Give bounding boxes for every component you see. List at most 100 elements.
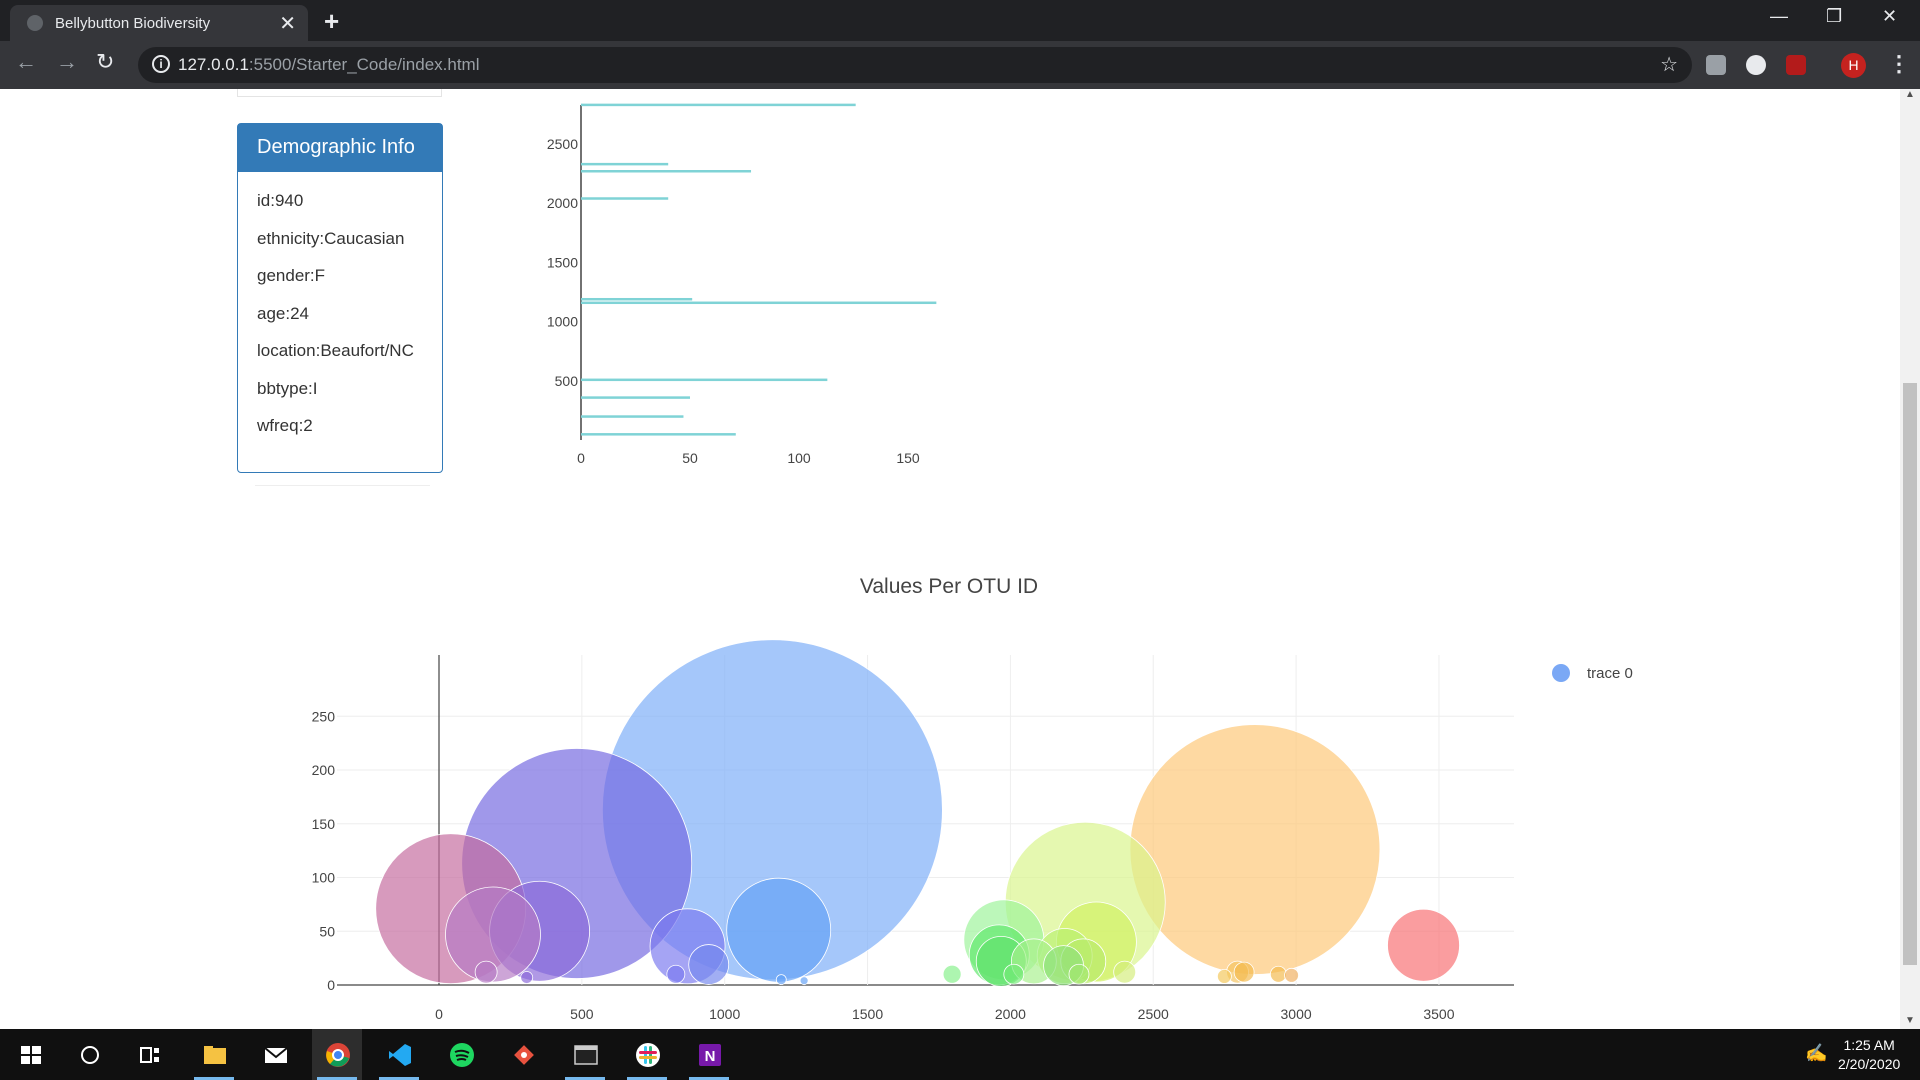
y-tick-label: 50	[319, 923, 335, 939]
info-icon[interactable]: i	[152, 55, 170, 73]
bubble-marker	[799, 976, 809, 986]
bar	[581, 197, 669, 200]
bubble-marker	[1068, 963, 1090, 985]
bubble-marker	[1003, 963, 1025, 985]
bubble-chart: Values Per OTU ID0501001502002500 500 1000…	[312, 575, 1633, 1019]
y-tick-label: 2000	[547, 195, 578, 211]
folder-icon	[204, 1046, 226, 1064]
bubble-marker	[1284, 967, 1299, 983]
legend-label: trace 0	[1587, 665, 1633, 682]
mail-icon	[264, 1047, 288, 1063]
browser-menu-icon[interactable]: ⋮	[1888, 51, 1910, 77]
bubble-marker	[726, 877, 832, 983]
x-tick-label: 3500	[1423, 1006, 1454, 1019]
bar	[581, 162, 669, 166]
y-tick-label: 200	[312, 762, 336, 778]
scrollbar-thumb[interactable]	[1903, 383, 1917, 965]
x-tick-label: 3000	[1281, 1006, 1312, 1019]
bubble-marker	[775, 974, 787, 986]
address-bar[interactable]: i 127.0.0.1:5500/Starter_Code/index.html…	[138, 47, 1692, 83]
bubble-marker	[1387, 908, 1460, 982]
x-tick-label: 0	[577, 450, 585, 466]
x-tick-label: 1500	[852, 1006, 883, 1019]
pen-icon[interactable]: ✍	[1805, 1043, 1827, 1064]
close-window-button[interactable]: ✕	[1882, 6, 1897, 27]
onenote-icon: N	[699, 1044, 721, 1066]
x-tick-label: 0	[435, 1006, 443, 1019]
terminal-icon	[574, 1045, 598, 1065]
reload-icon[interactable]: ↻	[96, 49, 114, 75]
slack-button[interactable]	[622, 1029, 672, 1080]
start-button[interactable]	[5, 1029, 55, 1080]
scroll-down-icon[interactable]: ▼	[1905, 1015, 1915, 1026]
extension-icon[interactable]	[1706, 55, 1726, 75]
x-tick-label: 2500	[1138, 1006, 1169, 1019]
spotify-icon	[450, 1043, 474, 1067]
chrome-icon	[326, 1043, 350, 1067]
bubble-marker	[474, 960, 498, 984]
x-tick-label: 50	[682, 450, 698, 466]
minimize-button[interactable]: —	[1770, 6, 1788, 27]
x-tick-label: 100	[787, 450, 811, 466]
windows-logo-icon	[21, 1046, 41, 1064]
system-clock[interactable]: 1:25 AM 2/20/2020	[1838, 1036, 1900, 1074]
divider	[255, 485, 430, 486]
onenote-button[interactable]: N	[684, 1029, 734, 1080]
extension-icon[interactable]	[1746, 55, 1766, 75]
browser-toolbar: ← → ↻ i 127.0.0.1:5500/Starter_Code/inde…	[0, 41, 1920, 89]
bar	[581, 301, 937, 305]
spotify-button[interactable]	[436, 1029, 486, 1080]
back-icon[interactable]: ←	[15, 49, 37, 75]
file-explorer-button[interactable]	[189, 1029, 239, 1080]
browser-tab[interactable]: Bellybutton Biodiversity ✕	[10, 5, 308, 41]
url-path: :5500/Starter_Code/index.html	[248, 55, 480, 74]
bar	[581, 170, 752, 173]
bubble-marker	[520, 971, 534, 984]
bar	[581, 103, 856, 107]
bookmark-star-icon[interactable]: ☆	[1660, 52, 1678, 77]
scroll-up-icon[interactable]: ▲	[1905, 89, 1915, 100]
x-tick-label: 2000	[995, 1006, 1026, 1019]
restore-button[interactable]: ❐	[1826, 6, 1842, 27]
bar	[581, 378, 828, 382]
new-tab-button[interactable]: +	[324, 6, 339, 37]
profile-avatar[interactable]: H	[1841, 53, 1866, 78]
y-tick-label: 250	[312, 708, 336, 724]
gitkraken-icon	[514, 1045, 534, 1065]
gitkraken-button[interactable]	[498, 1029, 548, 1080]
bar	[581, 297, 693, 301]
windows-taskbar: N ✍ 1:25 AM 2/20/2020	[0, 1029, 1920, 1080]
task-view-button[interactable]	[124, 1029, 174, 1080]
bubble-marker	[1216, 968, 1232, 984]
forward-icon[interactable]: →	[56, 49, 78, 75]
bubble-marker	[1233, 961, 1255, 983]
url-text[interactable]: 127.0.0.1:5500/Starter_Code/index.html	[178, 55, 480, 75]
page-content: Demographic Info id:940 ethnicity:Caucas…	[0, 89, 1900, 1029]
y-tick-label: 1000	[547, 314, 578, 330]
bubble-marker	[1129, 724, 1381, 975]
bar	[581, 396, 690, 399]
terminal-button[interactable]	[560, 1029, 610, 1080]
globe-icon	[27, 15, 43, 31]
x-tick-label: 150	[896, 450, 920, 466]
chrome-button[interactable]	[312, 1029, 362, 1080]
y-tick-label: 2500	[547, 136, 578, 152]
x-tick-label: 1000	[709, 1006, 740, 1019]
pdf-extension-icon[interactable]	[1786, 55, 1806, 75]
search-button[interactable]	[64, 1029, 114, 1080]
y-tick-label: 1500	[547, 254, 578, 270]
slack-icon	[636, 1043, 660, 1067]
vscode-button[interactable]	[374, 1029, 424, 1080]
svg-text:N: N	[705, 1048, 716, 1065]
tab-title: Bellybutton Biodiversity	[55, 15, 211, 32]
bar	[581, 415, 684, 418]
vscode-icon	[389, 1044, 411, 1066]
bar	[581, 433, 736, 436]
chart-title: Values Per OTU ID	[860, 575, 1038, 598]
clock-time: 1:25 AM	[1843, 1037, 1895, 1053]
bubble-marker	[1113, 960, 1137, 984]
close-tab-icon[interactable]: ✕	[279, 11, 296, 36]
task-view-icon	[140, 1047, 159, 1063]
page-scrollbar[interactable]: ▲ ▼	[1900, 89, 1920, 1029]
mail-button[interactable]	[250, 1029, 300, 1080]
